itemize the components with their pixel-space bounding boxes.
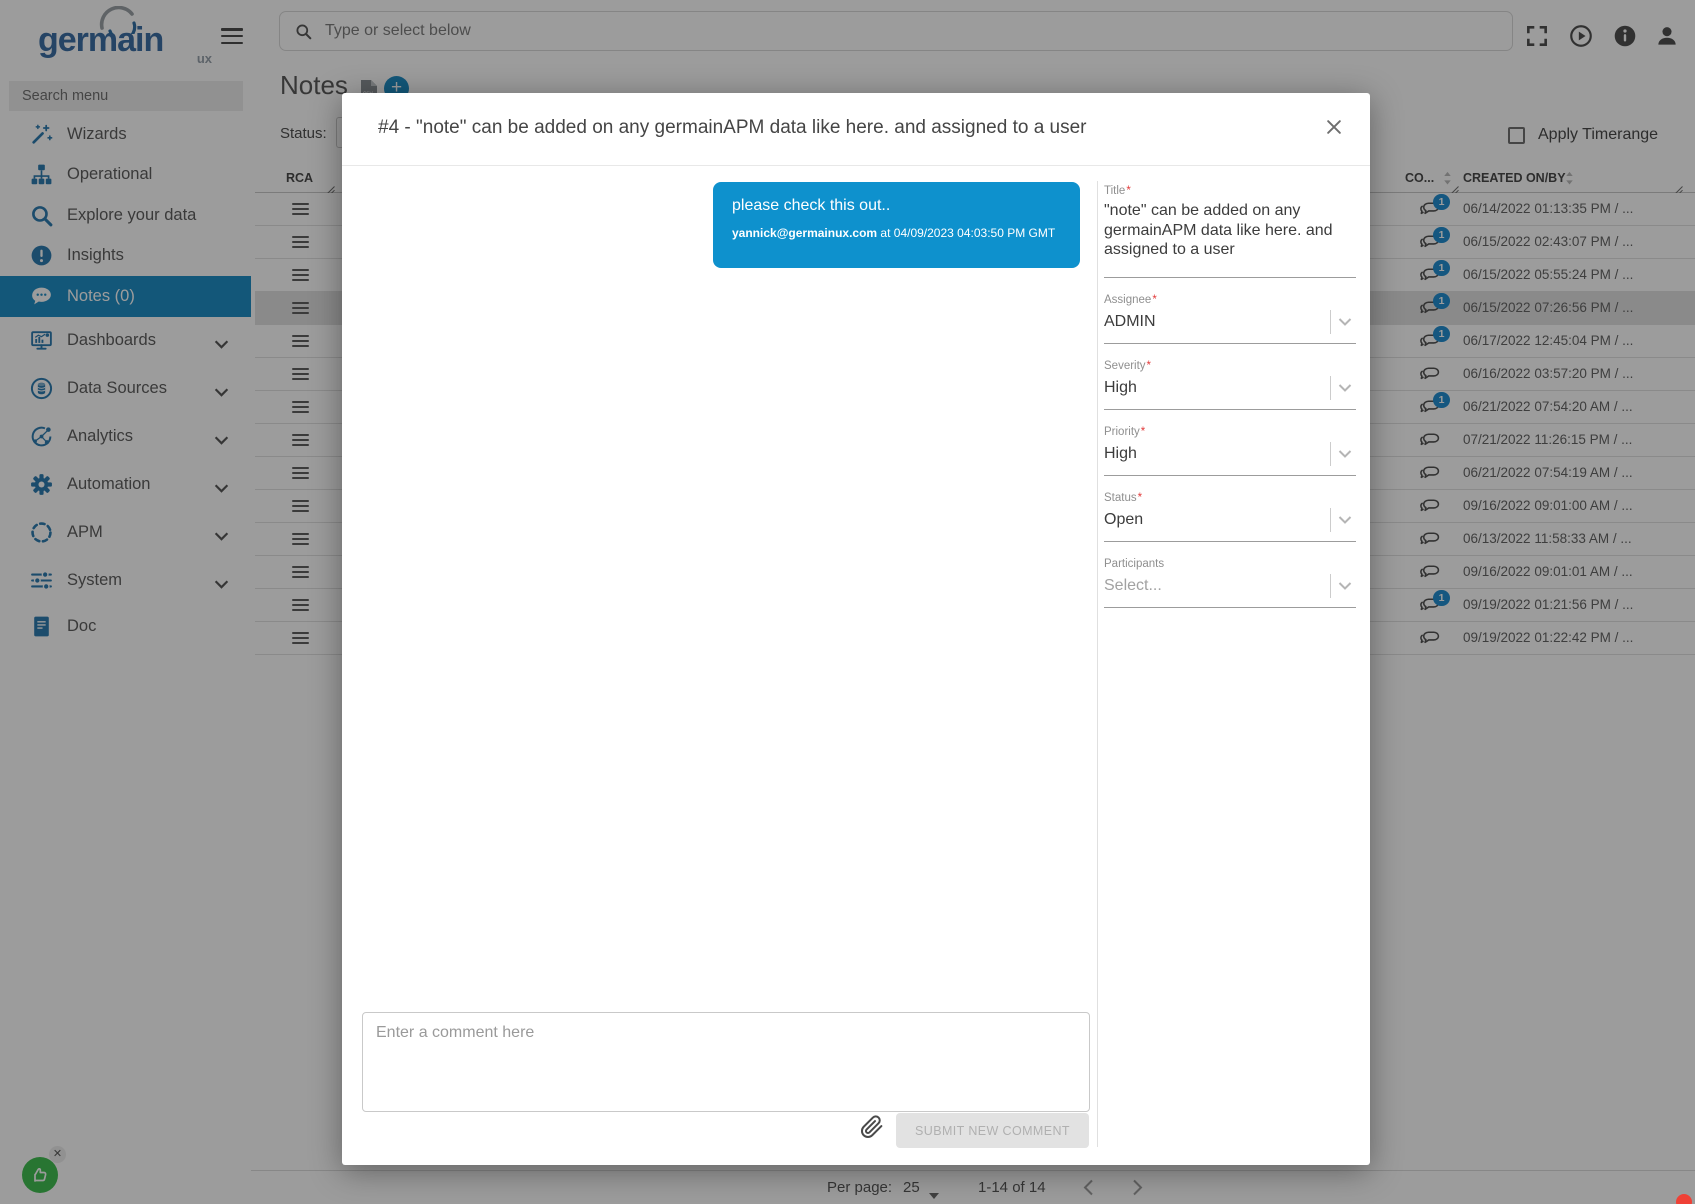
field-assignee: Assignee* ADMIN [1104, 294, 1356, 344]
message-author: yannick@germainux.com [732, 226, 877, 240]
field-label: Participants [1104, 558, 1356, 570]
field-status: Status* Open [1104, 492, 1356, 542]
dialog-title: #4 - "note" can be added on any germainA… [378, 117, 1278, 139]
field-label: Title* [1104, 185, 1356, 197]
dialog-header: #4 - "note" can be added on any germainA… [342, 93, 1370, 166]
message-text: please check this out.. [732, 197, 1061, 215]
field-separator [1330, 310, 1331, 334]
required-asterisk: * [1126, 185, 1130, 197]
field-label: Severity* [1104, 360, 1356, 372]
participants-select[interactable]: Select... [1104, 574, 1356, 607]
required-asterisk: * [1141, 426, 1145, 438]
comment-input[interactable] [362, 1012, 1090, 1112]
chevron-down-icon [1338, 384, 1352, 392]
severity-select[interactable]: High [1104, 376, 1356, 409]
priority-select[interactable]: High [1104, 442, 1356, 475]
field-value: ADMIN [1104, 312, 1330, 332]
status-select[interactable]: Open [1104, 508, 1356, 541]
field-separator [1330, 442, 1331, 466]
message-meta: yannick@germainux.com at 04/09/2023 04:0… [732, 226, 1061, 240]
assignee-select[interactable]: ADMIN [1104, 310, 1356, 343]
field-value: High [1104, 444, 1330, 464]
chevron-down-icon [1338, 450, 1352, 458]
message-timestamp: at 04/09/2023 04:03:50 PM GMT [877, 226, 1055, 240]
note-dialog: #4 - "note" can be added on any germainA… [342, 93, 1370, 1165]
message-bubble: please check this out.. yannick@germainu… [713, 182, 1080, 268]
field-separator [1330, 376, 1331, 400]
chevron-down-icon [1338, 582, 1352, 590]
required-asterisk: * [1147, 360, 1151, 372]
chevron-down-icon [1338, 516, 1352, 524]
chevron-down-icon [1338, 318, 1352, 326]
attach-file-button[interactable] [860, 1115, 884, 1139]
field-participants: Participants Select... [1104, 558, 1356, 608]
field-value: Select... [1104, 576, 1330, 596]
notification-dot [1676, 1194, 1692, 1204]
field-title: Title* "note" can be added on any germai… [1104, 185, 1356, 278]
note-form: Title* "note" can be added on any germai… [1104, 185, 1356, 624]
close-icon[interactable] [1324, 117, 1344, 137]
title-input[interactable]: "note" can be added on any germainAPM da… [1104, 201, 1356, 277]
field-priority: Priority* High [1104, 426, 1356, 476]
field-label: Priority* [1104, 426, 1356, 438]
field-value: Open [1104, 510, 1330, 530]
field-value: "note" can be added on any germainAPM da… [1104, 201, 1356, 260]
field-separator [1330, 508, 1331, 532]
submit-comment-button[interactable]: SUBMIT NEW COMMENT [896, 1113, 1089, 1148]
app-window: germain ux Wizards Operational Explore y… [0, 0, 1695, 1204]
field-label: Status* [1104, 492, 1356, 504]
required-asterisk: * [1138, 492, 1142, 504]
field-label: Assignee* [1104, 294, 1356, 306]
field-severity: Severity* High [1104, 360, 1356, 410]
dialog-column-divider [1097, 181, 1098, 1147]
field-value: High [1104, 378, 1330, 398]
required-asterisk: * [1152, 294, 1156, 306]
field-separator [1330, 574, 1331, 598]
